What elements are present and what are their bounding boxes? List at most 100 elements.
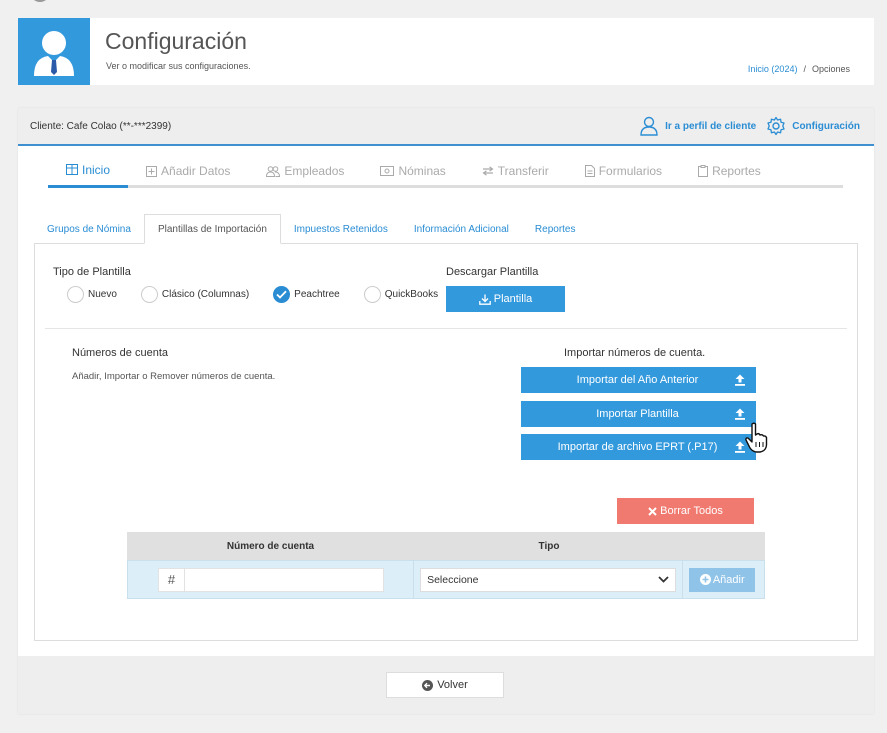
money-icon — [380, 166, 395, 176]
add-account-button[interactable]: Añadir — [689, 567, 756, 592]
upload-icon — [735, 374, 745, 386]
check-icon — [273, 286, 291, 303]
radio-label: Peachtree — [294, 289, 340, 300]
radio-label: QuickBooks — [384, 289, 439, 300]
delete-all-label: Borrar Todos — [660, 505, 723, 517]
config-link-label: Configuración — [792, 120, 860, 132]
main-panel: Cliente: Cafe Colao (**-***2399) Ir a pe… — [18, 108, 874, 714]
add-account-label: Añadir — [712, 573, 745, 586]
table-row: # Seleccione Añadir — [127, 560, 765, 599]
client-bar: Cliente: Cafe Colao (**-***2399) Ir a pe… — [18, 108, 874, 146]
button-label: Importar de archivo EPRT (.P17) — [557, 441, 718, 453]
tab-label: Nóminas — [398, 164, 446, 178]
tab-formularios[interactable]: Formularios — [567, 154, 680, 188]
plus-square-icon — [146, 165, 158, 177]
user-avatar-icon — [18, 18, 90, 85]
delete-all-button[interactable]: Borrar Todos — [617, 498, 754, 524]
user-icon — [640, 116, 658, 136]
account-number-input[interactable] — [185, 567, 384, 592]
hand-cursor-icon — [745, 422, 768, 453]
tab-empleados[interactable]: Empleados — [248, 154, 362, 188]
account-numbers-table: Número de cuenta Tipo # Seleccione Añadi… — [127, 532, 765, 599]
main-tabs: Inicio Añadir Datos Empleados Nóminas Tr… — [48, 154, 843, 188]
back-label: Volver — [437, 679, 468, 691]
import-template-button[interactable]: Importar Plantilla — [521, 401, 756, 427]
template-type-radios: Nuevo Clásico (Columnas) Peachtree Quick… — [67, 286, 452, 303]
column-header-numero: Número de cuenta — [226, 540, 315, 552]
back-button[interactable]: Volver — [386, 672, 504, 698]
radio-peachtree[interactable]: Peachtree — [273, 286, 340, 303]
chevron-down-icon — [658, 576, 669, 583]
file-icon — [584, 165, 595, 177]
tab-label: Reportes — [712, 164, 761, 178]
users-icon — [266, 165, 281, 177]
tab-reportes[interactable]: Reportes — [680, 154, 779, 188]
config-link[interactable]: Configuración — [766, 116, 860, 136]
client-label: Cliente: Cafe Colao (**-***2399) — [30, 121, 172, 132]
radio-circle — [363, 286, 381, 303]
radio-quickbooks[interactable]: QuickBooks — [363, 286, 439, 303]
account-cell: # — [128, 561, 415, 598]
import-accounts-title: Importar números de cuenta. — [564, 347, 706, 359]
column-header-tipo: Tipo — [538, 540, 560, 552]
tab-anadir-datos[interactable]: Añadir Datos — [128, 154, 248, 188]
type-cell: Seleccione — [414, 561, 684, 598]
radio-circle — [140, 286, 158, 303]
breadcrumb-home[interactable]: Inicio (2024) — [748, 64, 798, 74]
tab-label: Formularios — [598, 164, 663, 178]
radio-label: Clásico (Columnas) — [161, 289, 250, 300]
type-select[interactable]: Seleccione — [420, 567, 677, 592]
action-cell: Añadir — [683, 561, 764, 598]
upload-icon — [735, 408, 745, 420]
exchange-icon — [482, 166, 494, 176]
page-subtitle: Ver o modificar sus configuraciones. — [106, 61, 251, 71]
clipboard-icon — [698, 165, 709, 177]
tab-label: Inicio — [82, 162, 111, 177]
radio-clasico[interactable]: Clásico (Columnas) — [140, 286, 250, 303]
tab-nominas[interactable]: Nóminas — [362, 154, 463, 188]
profile-link-label: Ir a perfil de cliente — [665, 120, 757, 132]
download-template-label-text: Plantilla — [493, 293, 533, 305]
section-divider — [45, 328, 847, 329]
radio-label: Nuevo — [88, 289, 117, 300]
type-select-value: Seleccione — [427, 573, 479, 586]
radio-nuevo[interactable]: Nuevo — [67, 286, 117, 303]
breadcrumb-current: Opciones — [811, 64, 850, 74]
tab-content: Tipo de Plantilla Nuevo Clásico (Columna… — [34, 244, 858, 641]
subtab-informacion-adicional[interactable]: Información Adicional — [401, 214, 522, 244]
breadcrumb: Inicio (2024) / Opciones — [748, 64, 850, 74]
profile-link[interactable]: Ir a perfil de cliente — [639, 116, 756, 136]
sub-tabs: Grupos de Nómina Plantillas de Importaci… — [34, 214, 858, 244]
subtab-plantillas-importacion[interactable]: Plantillas de Importación — [143, 214, 281, 244]
page-title: Configuración — [105, 28, 247, 54]
account-numbers-title: Números de cuenta — [72, 347, 168, 359]
hash-addon: # — [158, 567, 185, 592]
button-label: Importar Plantilla — [596, 408, 679, 420]
subtab-impuestos-retenidos[interactable]: Impuestos Retenidos — [281, 214, 401, 244]
tab-inicio[interactable]: Inicio — [48, 154, 129, 188]
page-header: Configuración Ver o modificar sus config… — [18, 18, 874, 85]
account-numbers-description: Añadir, Importar o Remover números de cu… — [72, 371, 276, 382]
account-input-group: # — [158, 567, 384, 592]
close-icon — [648, 506, 657, 516]
panel-footer: Volver — [18, 656, 874, 714]
arrow-left-circle-icon — [422, 679, 434, 691]
tab-label: Transferir — [497, 164, 549, 178]
download-icon — [478, 294, 491, 305]
plus-circle-icon — [699, 574, 711, 585]
import-eprt-button[interactable]: Importar de archivo EPRT (.P17) — [521, 434, 756, 460]
gear-icon — [767, 116, 785, 136]
tab-label: Añadir Datos — [161, 164, 231, 178]
download-template-button[interactable]: Plantilla — [446, 286, 565, 312]
radio-circle — [67, 286, 84, 303]
subtab-reportes[interactable]: Reportes — [522, 214, 589, 244]
top-partial-icon — [30, 0, 50, 2]
tab-label: Empleados — [284, 164, 345, 178]
download-template-label: Descargar Plantilla — [446, 266, 539, 278]
template-type-label: Tipo de Plantilla — [53, 266, 131, 278]
column-header-action — [684, 532, 765, 560]
table-icon — [66, 164, 78, 175]
tab-transferir[interactable]: Transferir — [464, 154, 567, 188]
import-previous-year-button[interactable]: Importar del Año Anterior — [521, 367, 756, 393]
subtab-grupos-nomina[interactable]: Grupos de Nómina — [34, 214, 144, 244]
